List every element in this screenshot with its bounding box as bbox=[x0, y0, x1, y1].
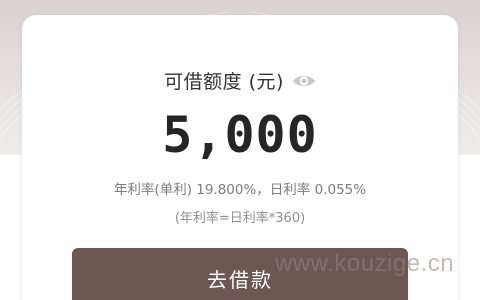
eye-icon[interactable] bbox=[292, 73, 316, 89]
borrow-button-label: 去借款 bbox=[207, 268, 273, 292]
rate-formula-text: (年利率=日利率*360) bbox=[174, 211, 306, 226]
interest-rate-text: 年利率(单利) 19.800%，日利率 0.055% bbox=[113, 182, 367, 198]
limit-title: 可借额度 (元) bbox=[164, 71, 284, 93]
loan-screen: 可借额度 (元) 5,000 年利率(单利) 19.800%，日利率 0.055… bbox=[0, 0, 480, 300]
limit-title-row: 可借额度 (元) bbox=[22, 67, 458, 94]
credit-limit-amount: 5,000 bbox=[162, 106, 318, 164]
site-watermark: www.kouzige.cn bbox=[275, 250, 455, 277]
